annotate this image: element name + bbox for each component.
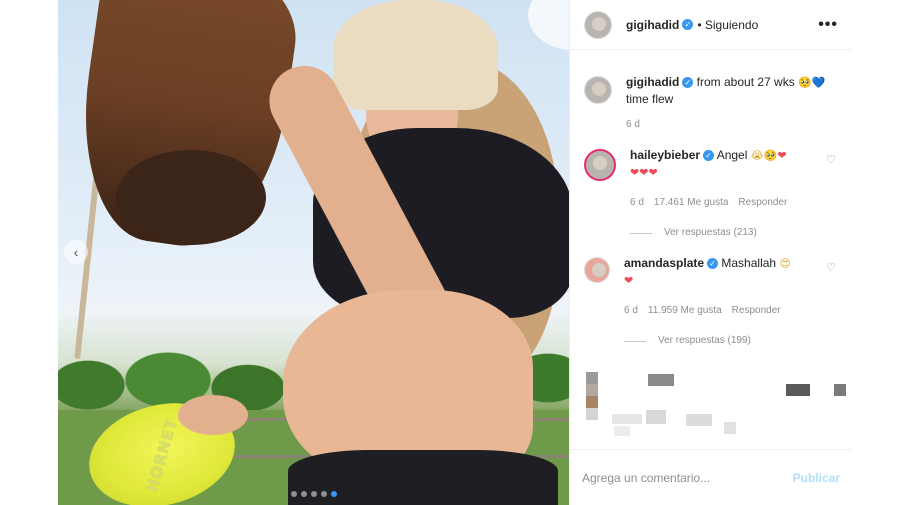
avatar[interactable] — [584, 10, 612, 39]
add-comment-bar: Publicar — [570, 449, 852, 505]
verified-badge-icon: ✓ — [703, 150, 715, 162]
caption-text-line2: time flew — [626, 92, 674, 106]
carousel-dot — [320, 491, 327, 497]
frisbee-label: HORNET — [142, 416, 182, 494]
reply-button[interactable]: Responder — [738, 195, 787, 211]
comment-text: Angel — [716, 148, 748, 162]
follow-status[interactable]: • Siguiendo — [697, 18, 758, 32]
comment-time[interactable]: 6 d — [630, 195, 644, 211]
comment-input[interactable] — [582, 470, 793, 485]
caption-body: gigihadid ✓ from about 27 wks 🥺💙 time fle… — [626, 74, 838, 133]
view-replies[interactable]: Ver respuestas (199) — [624, 333, 826, 349]
pixelated-region — [584, 370, 846, 450]
publish-button[interactable]: Publicar — [793, 471, 840, 485]
blue-heart-emoji: 💙 — [811, 76, 826, 89]
replies-divider — [624, 340, 646, 342]
caption-text: from about 27 wks — [696, 75, 795, 89]
bucket-hat — [333, 0, 498, 110]
comment-body: amandasplate ✓ Mashallah 😍 ❤ 6 d 11.959 M… — [624, 255, 826, 349]
more-icon[interactable]: ••• — [818, 16, 838, 34]
comment-likes[interactable]: 17.461 Me gusta — [654, 195, 729, 211]
view-replies[interactable]: Ver respuestas (213) — [630, 225, 826, 241]
carousel-dot-active — [330, 491, 337, 497]
heart-outline-icon[interactable]: ♡ — [826, 153, 838, 241]
comment-time[interactable]: 6 d — [624, 303, 638, 319]
verified-badge-icon: ✓ — [707, 258, 719, 270]
comment-item: amandasplate ✓ Mashallah 😍 ❤ 6 d 11.959 M… — [570, 255, 852, 349]
cloud — [528, 0, 569, 50]
comment-username[interactable]: haileybieber — [630, 148, 700, 162]
red-heart-emoji: ❤ — [624, 274, 634, 287]
view-replies-label[interactable]: Ver respuestas (199) — [658, 333, 751, 349]
header-username[interactable]: gigihadid — [626, 18, 679, 32]
avatar[interactable] — [584, 257, 610, 283]
post-details-panel: gigihadid ✓ • Siguiendo ••• gigihadid ✓ f… — [569, 0, 852, 505]
post-header: gigihadid ✓ • Siguiendo ••• — [570, 0, 852, 50]
carousel-indicator — [58, 491, 569, 497]
replies-divider — [630, 232, 652, 234]
comment-username[interactable]: amandasplate — [624, 256, 704, 270]
carousel-dot — [290, 491, 297, 497]
post-image[interactable]: HORNET ‹ — [58, 0, 569, 505]
pleading-face-emoji: 🥺 — [763, 149, 778, 162]
heart-outline-icon[interactable]: ♡ — [826, 261, 838, 349]
chevron-left-icon[interactable]: ‹ — [64, 240, 88, 264]
heart-eyes-emoji: 😍 — [779, 257, 791, 270]
horse-muzzle — [116, 150, 266, 245]
red-heart-emoji: ❤ — [630, 166, 640, 179]
red-heart-emoji: ❤ — [777, 149, 787, 162]
avatar[interactable] — [584, 149, 616, 181]
pleading-face-emoji: 🥺 — [798, 76, 812, 89]
comment-text: Mashallah — [721, 256, 777, 270]
avatar[interactable] — [584, 76, 612, 104]
hand — [178, 395, 248, 435]
caption: gigihadid ✓ from about 27 wks 🥺💙 time fle… — [570, 74, 852, 133]
carousel-dot — [300, 491, 307, 497]
verified-badge-icon: ✓ — [682, 19, 694, 30]
comment-likes[interactable]: 11.959 Me gusta — [648, 303, 722, 319]
crying-face-emoji: 😭 — [750, 149, 764, 162]
carousel-dot — [310, 491, 317, 497]
red-heart-emoji: ❤ — [648, 166, 658, 179]
view-replies-label[interactable]: Ver respuestas (213) — [664, 225, 757, 241]
comment-item: haileybieber ✓ Angel 😭🥺❤ ❤❤❤ 6 d 17.461 M… — [570, 147, 852, 241]
comment-body: haileybieber ✓ Angel 😭🥺❤ ❤❤❤ 6 d 17.461 M… — [630, 147, 826, 241]
caption-username[interactable]: gigihadid — [626, 75, 679, 89]
caption-time[interactable]: 6 d — [626, 117, 640, 133]
verified-badge-icon: ✓ — [682, 77, 694, 89]
reply-button[interactable]: Responder — [732, 303, 781, 319]
